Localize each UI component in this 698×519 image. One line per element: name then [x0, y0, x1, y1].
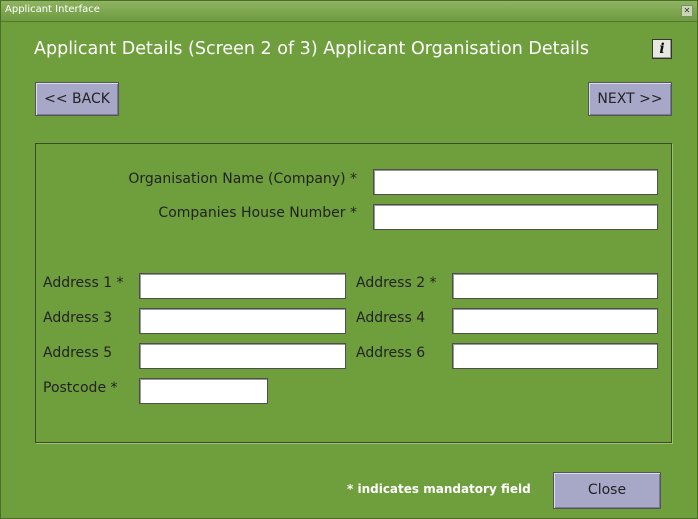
address5-label: Address 5: [43, 345, 113, 361]
window-close-icon[interactable]: ✕: [681, 5, 693, 17]
address6-input[interactable]: [452, 343, 658, 369]
postcode-label: Postcode *: [43, 380, 118, 396]
address3-input[interactable]: [139, 308, 346, 334]
window-title: Applicant Interface: [5, 4, 100, 15]
address4-input[interactable]: [452, 308, 658, 334]
next-button[interactable]: NEXT >>: [588, 82, 672, 116]
page-heading: Applicant Details (Screen 2 of 3) Applic…: [34, 39, 590, 59]
info-icon[interactable]: i: [652, 39, 672, 59]
address6-label: Address 6: [356, 345, 426, 361]
org-name-label: Organisation Name (Company) *: [128, 171, 357, 187]
postcode-input[interactable]: [139, 378, 268, 404]
address2-label: Address 2 *: [356, 275, 437, 291]
address2-input[interactable]: [452, 273, 658, 299]
applicant-window: Applicant Interface ✕ Applicant Details …: [0, 0, 698, 519]
address5-input[interactable]: [139, 343, 346, 369]
org-name-input[interactable]: [373, 169, 658, 195]
mandatory-note: * indicates mandatory field: [347, 482, 531, 496]
back-button[interactable]: << BACK: [35, 82, 119, 116]
address3-label: Address 3: [43, 310, 113, 326]
companies-house-input[interactable]: [373, 204, 658, 230]
title-bar: Applicant Interface ✕: [1, 1, 697, 22]
close-button[interactable]: Close: [553, 472, 661, 509]
address4-label: Address 4: [356, 310, 426, 326]
companies-house-label: Companies House Number *: [158, 205, 357, 221]
address1-input[interactable]: [139, 273, 346, 299]
address1-label: Address 1 *: [43, 275, 124, 291]
